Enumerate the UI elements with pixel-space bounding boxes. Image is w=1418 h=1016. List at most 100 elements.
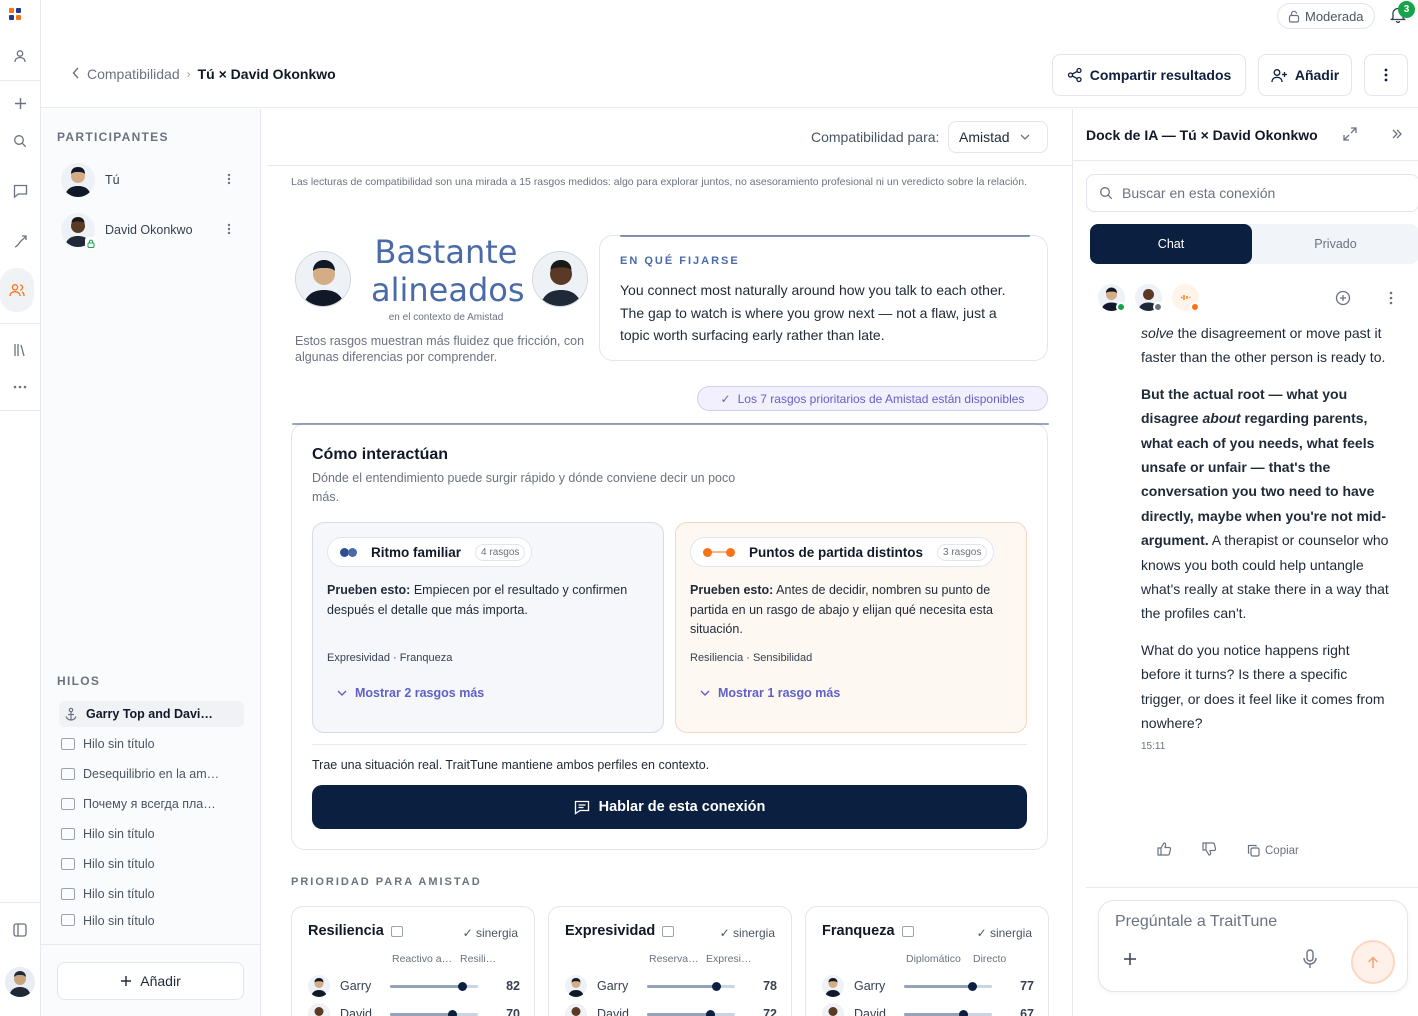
- search-icon[interactable]: [8, 129, 32, 153]
- thread-item[interactable]: Garry Top and Davi…: [59, 701, 244, 727]
- people-icon[interactable]: [0, 268, 34, 312]
- message-text: What do you notice happens right before …: [1141, 641, 1385, 732]
- score-track: [647, 981, 735, 991]
- path-icon[interactable]: [8, 229, 32, 253]
- trait-list: Expresividad · Franqueza: [327, 652, 453, 664]
- tab-chat[interactable]: Chat: [1090, 224, 1252, 264]
- threads-heading: HILOS: [57, 674, 101, 688]
- add-thread-button[interactable]: Añadir: [57, 962, 244, 1000]
- thread-item[interactable]: Hilo sin título: [61, 731, 244, 757]
- trait-group-count: 3 rasgos: [937, 543, 988, 561]
- score-marker: [458, 981, 468, 991]
- participants-heading: PARTICIPANTES: [57, 130, 169, 144]
- message-bold-emphasis: about: [1202, 410, 1241, 427]
- score-row: Garry 77: [822, 975, 1034, 997]
- avatar: [61, 213, 97, 249]
- trait-name: Resiliencia: [308, 923, 384, 939]
- trait-list: Resiliencia · Sensibilidad: [690, 652, 813, 664]
- participant-row-david[interactable]: David Okonkwo: [61, 210, 241, 250]
- score-value: 82: [506, 979, 520, 993]
- thumbs-up-icon[interactable]: [1157, 842, 1172, 859]
- expand-icon[interactable]: [1343, 127, 1357, 144]
- message-bold: regarding parents, what each of you need…: [1141, 410, 1387, 549]
- logo-icon[interactable]: [9, 8, 25, 24]
- chat-icon: [61, 888, 75, 900]
- thread-label: Почему я всегда пла…: [83, 797, 216, 811]
- main-content: Compatibilidad para: Amistad Las lectura…: [261, 109, 1072, 1016]
- thread-item[interactable]: Hilo sin título: [61, 914, 244, 926]
- kebab-icon[interactable]: [227, 222, 231, 238]
- thread-item[interactable]: Desequilibrio en la am…: [61, 761, 244, 787]
- score-row: Garry 82: [308, 975, 520, 997]
- person-name: David: [340, 1007, 372, 1016]
- panel-icon[interactable]: [8, 918, 32, 942]
- attach-plus-icon[interactable]: [1123, 949, 1137, 972]
- message-emphasis: solve: [1141, 325, 1174, 341]
- user-icon[interactable]: [8, 44, 32, 68]
- thread-item[interactable]: Hilo sin título: [61, 851, 244, 877]
- notifications-button[interactable]: 3: [1389, 1, 1415, 26]
- dock-search-input[interactable]: Buscar en esta conexión: [1086, 174, 1418, 212]
- new-chat-icon[interactable]: [1335, 290, 1351, 309]
- trait-group-count: 4 rasgos: [475, 543, 526, 561]
- add-person-button[interactable]: Añadir: [1258, 54, 1352, 96]
- plus-icon[interactable]: [8, 91, 32, 115]
- avatar: [565, 975, 587, 997]
- thread-item[interactable]: Hilo sin título: [61, 881, 244, 907]
- kebab-icon[interactable]: [1389, 291, 1393, 308]
- participant-row-you[interactable]: Tú: [61, 160, 241, 200]
- priority-trait-card[interactable]: Expresividad ✓ sinergia Reserva… Expresi…: [548, 906, 792, 1016]
- trait-group-card-different: Puntos de partida distintos 3 rasgos Pru…: [675, 522, 1027, 733]
- arrow-up-icon: [1367, 955, 1379, 968]
- avatar: [308, 1003, 330, 1016]
- chevron-left-icon[interactable]: [72, 66, 80, 82]
- show-more-traits-button[interactable]: Mostrar 1 rasgo más: [700, 686, 840, 700]
- score-marker: [706, 1009, 716, 1016]
- send-button[interactable]: [1351, 940, 1395, 984]
- talk-button-label: Hablar de esta conexión: [598, 799, 766, 815]
- synergy-status: ✓ sinergia: [719, 926, 775, 940]
- chat-icon[interactable]: [8, 179, 32, 203]
- microphone-icon[interactable]: [1303, 949, 1325, 971]
- header-more-button[interactable]: [1364, 54, 1408, 96]
- composer-placeholder: Pregúntale a TraitTune: [1115, 913, 1278, 930]
- chat-icon: [61, 798, 75, 810]
- more-icon[interactable]: [8, 375, 32, 399]
- collapse-icon[interactable]: [1391, 127, 1403, 143]
- mode-badge[interactable]: Moderada: [1277, 3, 1375, 29]
- kebab-icon[interactable]: [227, 172, 231, 188]
- person-name: David: [597, 1007, 629, 1016]
- thread-item[interactable]: Почему я всегда пла…: [61, 791, 244, 817]
- chevron-down-icon: [1020, 134, 1030, 140]
- ai-message: solve the disagreement or move past it f…: [1141, 321, 1391, 754]
- thumbs-down-icon[interactable]: [1202, 842, 1217, 859]
- try-this-text: Prueben esto: Antes de decidir, nombren …: [690, 581, 1010, 640]
- person-name: David: [854, 1007, 886, 1016]
- compat-for-label: Compatibilidad para:: [811, 129, 940, 145]
- participants-sidebar: PARTICIPANTES Tú David Okonkwo HILOS Gar…: [41, 109, 261, 1016]
- message-actions: Copiar: [1157, 842, 1299, 859]
- thread-label: Hilo sin título: [83, 914, 155, 926]
- avatar[interactable]: [5, 967, 35, 997]
- score-track: [647, 1009, 735, 1016]
- library-icon[interactable]: [8, 338, 32, 362]
- avatar: [295, 251, 351, 307]
- message-timestamp: 15:11: [1141, 740, 1166, 752]
- compat-context-select[interactable]: Amistad: [948, 121, 1048, 153]
- priority-trait-card[interactable]: Resiliencia ✓ sinergia Reactivo a… Resil…: [291, 906, 535, 1016]
- share-results-button[interactable]: Compartir resultados: [1052, 54, 1246, 96]
- show-more-traits-button[interactable]: Mostrar 2 rasgos más: [337, 686, 484, 700]
- conversation-members: [1098, 284, 1200, 312]
- tab-private[interactable]: Privado: [1252, 224, 1418, 264]
- priority-trait-card[interactable]: Franqueza ✓ sinergia Diplomático Directo…: [805, 906, 1049, 1016]
- score-track: [390, 981, 478, 991]
- score-value: 67: [1020, 1007, 1034, 1016]
- score-track: [904, 1009, 992, 1016]
- breadcrumb-parent-link[interactable]: Compatibilidad: [87, 66, 180, 82]
- chat-composer[interactable]: Pregúntale a TraitTune: [1098, 900, 1408, 992]
- copy-button[interactable]: Copiar: [1247, 844, 1299, 857]
- show-more-label: Mostrar 2 rasgos más: [355, 686, 485, 700]
- score-row: David 72: [565, 1003, 777, 1016]
- talk-about-connection-button[interactable]: Hablar de esta conexión: [312, 785, 1027, 829]
- thread-item[interactable]: Hilo sin título: [61, 821, 244, 847]
